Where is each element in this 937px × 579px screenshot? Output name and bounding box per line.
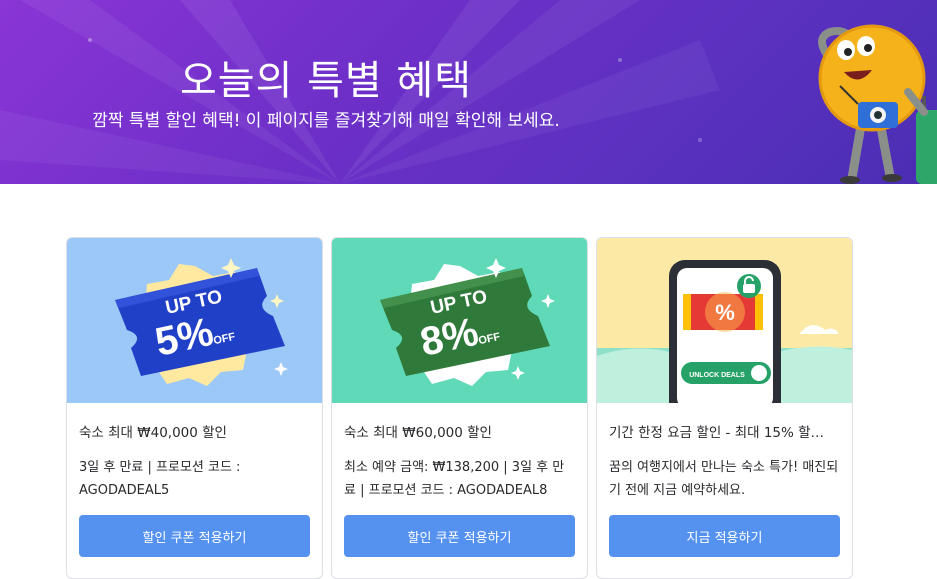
- page-title: 오늘의 특별 혜택: [179, 58, 473, 104]
- promo-banner: 오늘의 특별 혜택 깜짝 특별 할인 혜택! 이 페이지를 즐겨찾기해 매일 확…: [0, 0, 937, 184]
- deal-heading: 기간 한정 요금 할인 - 최대 15% 할…: [609, 425, 825, 441]
- deal-card: UP TO 5% OFF 숙소 최대 ₩40,000 할인 3일 후 만료 | …: [66, 237, 323, 579]
- coupon-illustration: UP TO 5% OFF: [67, 238, 322, 403]
- apply-coupon-button[interactable]: 할인 쿠폰 적용하기: [79, 515, 310, 557]
- apply-now-button[interactable]: 지금 적용하기: [609, 515, 840, 557]
- phone-percent-symbol: %: [715, 300, 735, 325]
- mascot-illustration: [818, 24, 937, 184]
- coupon-illustration: UP TO 8% OFF: [332, 238, 587, 403]
- deal-details: 3일 후 만료 | 프로모션 코드 : AGODADEAL5: [79, 460, 241, 498]
- deal-details: 꿈의 여행지에서 만나는 숙소 특가! 매진되기 전에 지금 예약하세요.: [609, 460, 839, 498]
- deal-heading: 숙소 최대 ₩60,000 할인: [344, 425, 492, 441]
- apply-coupon-button[interactable]: 할인 쿠폰 적용하기: [344, 515, 575, 557]
- deal-card: UP TO 8% OFF 숙소 최대 ₩60,000 할인 최소 예약 금액: …: [331, 237, 588, 579]
- phone-deal-illustration: % UNLOCK DEALS: [597, 238, 852, 403]
- page-subtitle: 깜짝 특별 할인 혜택! 이 페이지를 즐겨찾기해 매일 확인해 보세요.: [92, 111, 560, 131]
- unlock-deals-label: UNLOCK DEALS: [689, 372, 745, 379]
- deal-heading: 숙소 최대 ₩40,000 할인: [79, 425, 227, 441]
- deal-details: 최소 예약 금액: ₩138,200 | 3일 후 만료 | 프로모션 코드 :…: [344, 460, 565, 498]
- deal-card: % UNLOCK DEALS 기간 한정 요금 할인 - 최대 15% 할… 꿈…: [596, 237, 853, 579]
